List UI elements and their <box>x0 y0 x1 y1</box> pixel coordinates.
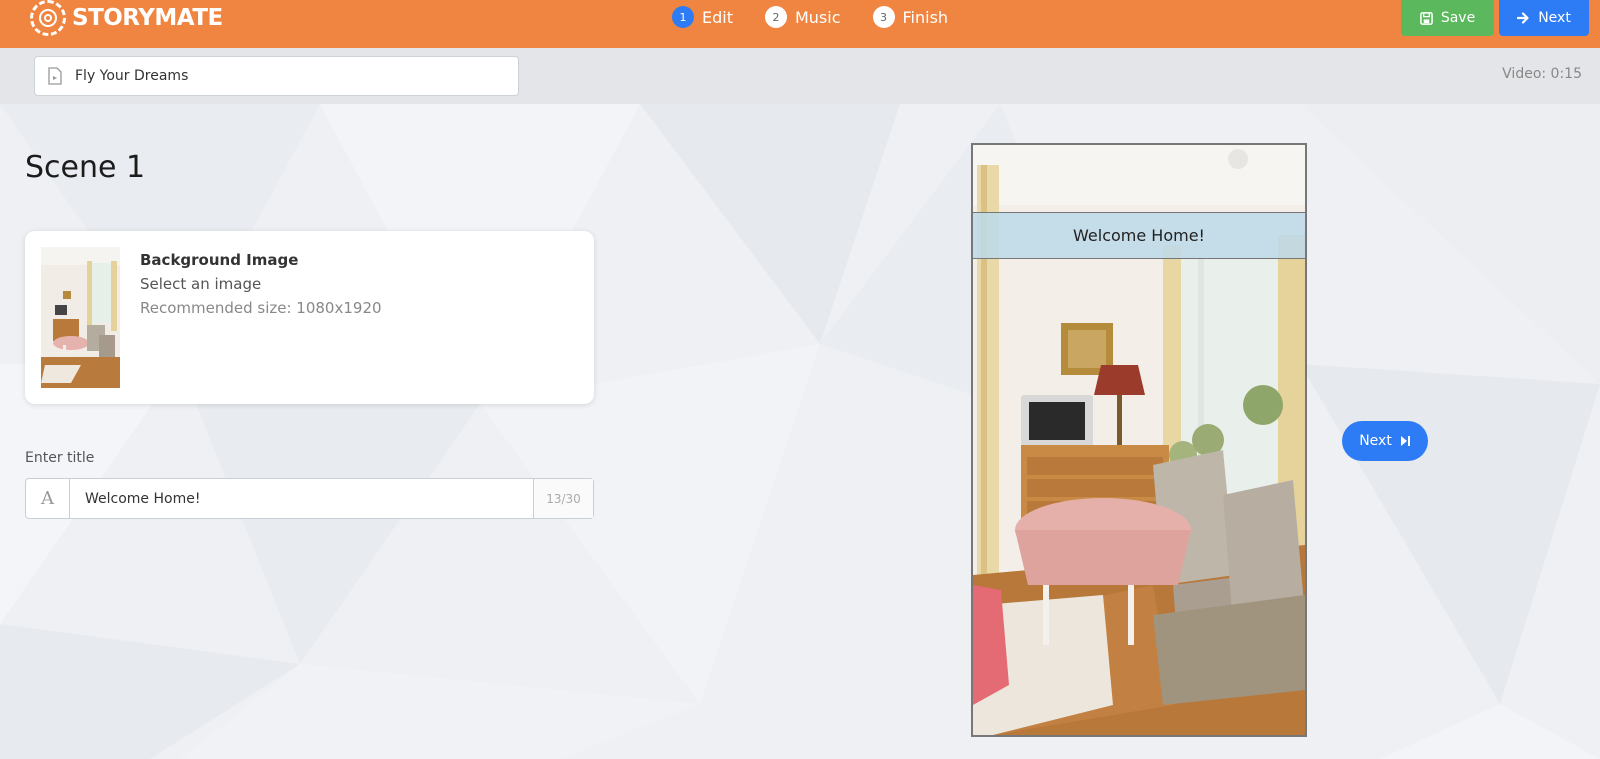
logo[interactable]: STORYMATE <box>30 0 223 36</box>
background-image-heading: Background Image <box>140 251 299 269</box>
floppy-disk-icon <box>1419 11 1433 25</box>
save-button-label: Save <box>1440 10 1476 26</box>
skip-forward-icon <box>1400 436 1410 446</box>
video-length: Video: 0:15 <box>1502 66 1582 82</box>
project-bar: Video: 0:15 <box>0 48 1600 104</box>
next-scene-label: Next <box>1359 433 1392 449</box>
save-button[interactable]: Save <box>1401 0 1494 36</box>
character-counter: 13/30 <box>533 479 593 518</box>
step-label: Edit <box>702 7 733 27</box>
step-label: Finish <box>902 7 949 27</box>
project-name-field[interactable] <box>34 56 519 96</box>
step-number: 3 <box>872 6 895 28</box>
next-button-label: Next <box>1538 10 1571 26</box>
step-number: 2 <box>764 6 787 28</box>
top-bar: STORYMATE 1 Edit 2 Music 3 Finish Save N… <box>0 0 1600 48</box>
title-input[interactable] <box>70 479 533 518</box>
logo-text: STORYMATE <box>72 5 223 31</box>
step-number: 1 <box>672 6 694 28</box>
project-name-input[interactable] <box>63 57 518 95</box>
camera-shutter-icon <box>30 0 66 36</box>
arrow-right-icon <box>1517 12 1529 24</box>
step-finish[interactable]: 3 Finish <box>872 6 949 28</box>
step-edit[interactable]: 1 Edit <box>672 6 733 28</box>
step-label: Music <box>794 7 841 27</box>
preview-title-banner: Welcome Home! <box>973 212 1305 259</box>
background-thumbnail[interactable] <box>41 247 120 388</box>
next-scene-button[interactable]: Next <box>1342 421 1428 461</box>
title-field-label: Enter title <box>25 450 95 466</box>
title-field: A 13/30 <box>25 478 594 519</box>
font-a-icon: A <box>26 479 70 518</box>
select-image-link[interactable]: Select an image <box>140 272 382 296</box>
scene-title: Scene 1 <box>25 150 146 185</box>
scene-preview: Welcome Home! <box>971 143 1307 737</box>
recommended-size-hint: Recommended size: 1080x1920 <box>140 299 382 317</box>
next-button[interactable]: Next <box>1499 0 1589 36</box>
video-file-icon <box>48 67 62 85</box>
step-music[interactable]: 2 Music <box>764 6 841 28</box>
wizard-steps: 1 Edit 2 Music 3 Finish <box>672 6 948 28</box>
background-image-card[interactable]: Background Image Select an image Recomme… <box>25 231 594 404</box>
